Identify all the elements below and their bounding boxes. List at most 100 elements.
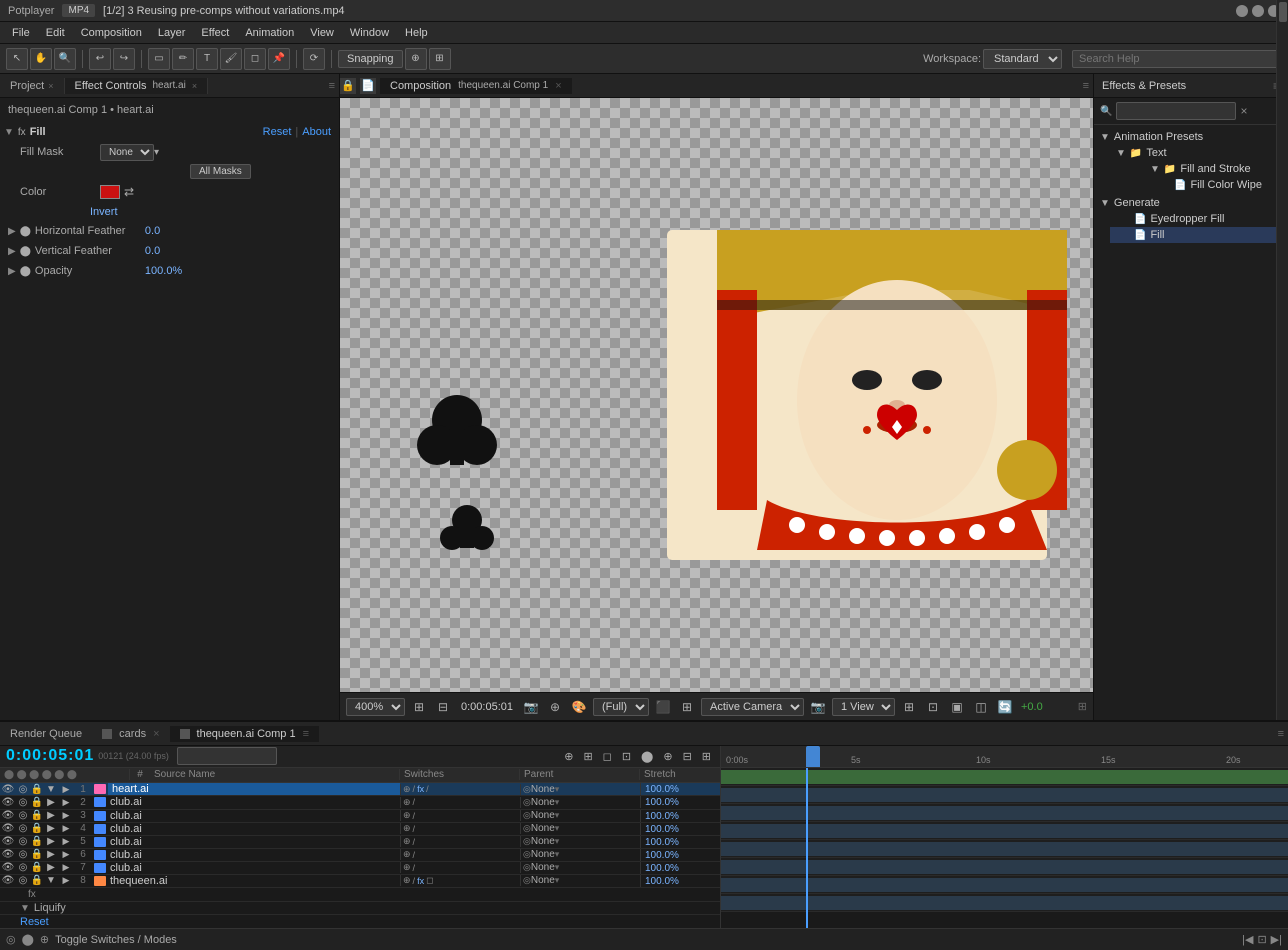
timeline-panel-menu[interactable]: ≡ [1278, 728, 1288, 740]
zoom-select[interactable]: 400% [346, 698, 405, 716]
layer-1-sw1[interactable]: ⊕ [403, 784, 411, 795]
opacity-expand[interactable]: ▶ [8, 266, 16, 277]
layer-8-solo[interactable]: ◎ [16, 875, 30, 886]
timeline-tool-8[interactable]: ⊞ [699, 749, 714, 764]
viewer-expand-icon[interactable]: ⊞ [1078, 700, 1087, 713]
quality-select[interactable]: (Full) [593, 698, 649, 716]
layer-8-fx[interactable]: fx [417, 876, 424, 886]
search-help-input[interactable] [1072, 50, 1282, 68]
presets-search-input[interactable] [1116, 102, 1236, 120]
layer-8-eye[interactable]: 👁 [0, 875, 16, 886]
menu-file[interactable]: File [4, 25, 38, 41]
layer-6-parent-dropdown[interactable]: ▾ [555, 849, 560, 860]
menu-help[interactable]: Help [397, 25, 436, 41]
layer-6-play[interactable]: ▶ [58, 849, 74, 860]
layer-7-name[interactable]: club.ai [108, 862, 400, 874]
view-icon-2[interactable]: ⊡ [923, 697, 943, 717]
v-feather-expand[interactable]: ▶ [8, 246, 16, 257]
fill-mask-select[interactable]: None [100, 144, 154, 161]
snap-comp-icon[interactable]: ⊕ [545, 697, 565, 717]
layer-8-collapse[interactable]: ▼ [44, 875, 58, 886]
reset-label[interactable]: Reset [20, 916, 49, 928]
tab-main-comp-menu[interactable]: ≡ [303, 728, 309, 740]
layer-8-sw3[interactable]: ◻ [426, 875, 433, 886]
layer-6-collapse[interactable]: ▶ [44, 849, 58, 860]
comp-tab-main[interactable]: Composition thequeen.ai Comp 1 × [380, 78, 572, 94]
pin-tool[interactable]: 📌 [268, 48, 290, 70]
layer-6-sw2[interactable]: / [413, 850, 416, 860]
timeline-tool-4[interactable]: ⊡ [619, 749, 634, 764]
tl-r-icon-3[interactable]: ▶| [1271, 933, 1282, 946]
comp-file-icon[interactable]: 📄 [360, 78, 376, 94]
layer-1-collapse[interactable]: ▼ [44, 784, 58, 795]
redo-tool[interactable]: ↪ [113, 48, 135, 70]
layer-8-sw2[interactable]: / [413, 876, 416, 886]
layer-1-play[interactable]: ▶ [58, 784, 74, 795]
brush-tool[interactable]: 🖌 [220, 48, 242, 70]
tab-render-queue[interactable]: Render Queue [0, 726, 92, 742]
view-icon-3[interactable]: ▣ [947, 697, 967, 717]
timeline-tool-6[interactable]: ⊕ [660, 749, 675, 764]
layer-7-lock[interactable]: 🔒 [30, 862, 44, 873]
view-select[interactable]: 1 View [832, 698, 895, 716]
layer-3-eye[interactable]: 👁 [0, 810, 16, 821]
select-tool[interactable]: ↖ [6, 48, 28, 70]
layer-3-parent-dropdown[interactable]: ▾ [555, 810, 560, 821]
tl-icon-2[interactable]: ⬤ [22, 933, 34, 946]
animation-presets-header[interactable]: ▼ Animation Presets [1094, 129, 1288, 145]
layer-4-sw2[interactable]: / [413, 824, 416, 834]
fill-mask-dropdown-arrow[interactable]: ▾ [154, 147, 159, 158]
snap-icon[interactable]: ⊕ [405, 48, 427, 70]
layer-7-sw2[interactable]: / [413, 863, 416, 873]
render-icon[interactable]: 🔄 [995, 697, 1015, 717]
fit-icon[interactable]: ⊞ [409, 697, 429, 717]
panel-tab-menu[interactable]: ≡ [329, 80, 339, 92]
tl-r-icon-1[interactable]: |◀ [1242, 933, 1253, 946]
menu-effect[interactable]: Effect [193, 25, 237, 41]
layer-4-collapse[interactable]: ▶ [44, 823, 58, 834]
tl-r-icon-2[interactable]: ⊡ [1257, 933, 1266, 946]
layer-8-sw1[interactable]: ⊕ [403, 875, 411, 886]
layer-3-parent-icon[interactable]: ◎ [523, 810, 531, 821]
tab-effect-controls[interactable]: Effect Controls heart.ai × [65, 78, 209, 94]
layer-4-sw1[interactable]: ⊕ [403, 823, 411, 834]
layer-8-parent-icon[interactable]: ◎ [523, 875, 531, 886]
menu-composition[interactable]: Composition [73, 25, 150, 41]
tab-project[interactable]: Project × [0, 78, 65, 94]
tab-main-comp[interactable]: thequeen.ai Comp 1 ≡ [170, 726, 320, 742]
layer-6-eye[interactable]: 👁 [0, 849, 16, 860]
view-icon-4[interactable]: ◫ [971, 697, 991, 717]
tab-cards-close[interactable]: × [153, 728, 159, 740]
layer-2-lock[interactable]: 🔒 [30, 797, 44, 808]
layer-7-sw1[interactable]: ⊕ [403, 862, 411, 873]
menu-layer[interactable]: Layer [150, 25, 194, 41]
color-swatch[interactable] [100, 185, 120, 199]
h-feather-value[interactable]: 0.0 [145, 225, 160, 237]
all-masks-button[interactable]: All Masks [190, 164, 251, 179]
comp-panel-menu[interactable]: ≡ [1083, 80, 1093, 92]
eyedropper-fill-item[interactable]: 📄 Eyedropper Fill [1110, 211, 1288, 227]
layer-3-name[interactable]: club.ai [108, 810, 400, 822]
tl-icon-3[interactable]: ⊕ [40, 933, 49, 946]
layer-5-collapse[interactable]: ▶ [44, 836, 58, 847]
comp-tab-close[interactable]: × [555, 80, 561, 92]
menu-edit[interactable]: Edit [38, 25, 73, 41]
workspace-select[interactable]: Standard [983, 49, 1062, 69]
layer-7-solo[interactable]: ◎ [16, 862, 30, 873]
layer-1-solo[interactable]: ◎ [16, 784, 30, 795]
stamp-tool[interactable]: ◻ [244, 48, 266, 70]
camera-view-icon[interactable]: 📷 [808, 697, 828, 717]
snapping-button[interactable]: Snapping [338, 50, 403, 68]
layer-2-sw2[interactable]: / [413, 797, 416, 807]
layer-8-parent-dropdown[interactable]: ▾ [555, 875, 560, 886]
timeline-tool-5[interactable]: ⬤ [638, 749, 656, 764]
layer-5-parent-icon[interactable]: ◎ [523, 836, 531, 847]
layer-6-solo[interactable]: ◎ [16, 849, 30, 860]
snap-opt-icon[interactable]: ⊞ [429, 48, 451, 70]
layer-1-parent-icon[interactable]: ◎ [523, 784, 531, 795]
layer-4-name[interactable]: club.ai [108, 823, 400, 835]
layer-1-name[interactable]: heart.ai [108, 783, 400, 795]
h-feather-expand[interactable]: ▶ [8, 226, 16, 237]
layer-6-name[interactable]: club.ai [108, 849, 400, 861]
layer-3-play[interactable]: ▶ [58, 810, 74, 821]
